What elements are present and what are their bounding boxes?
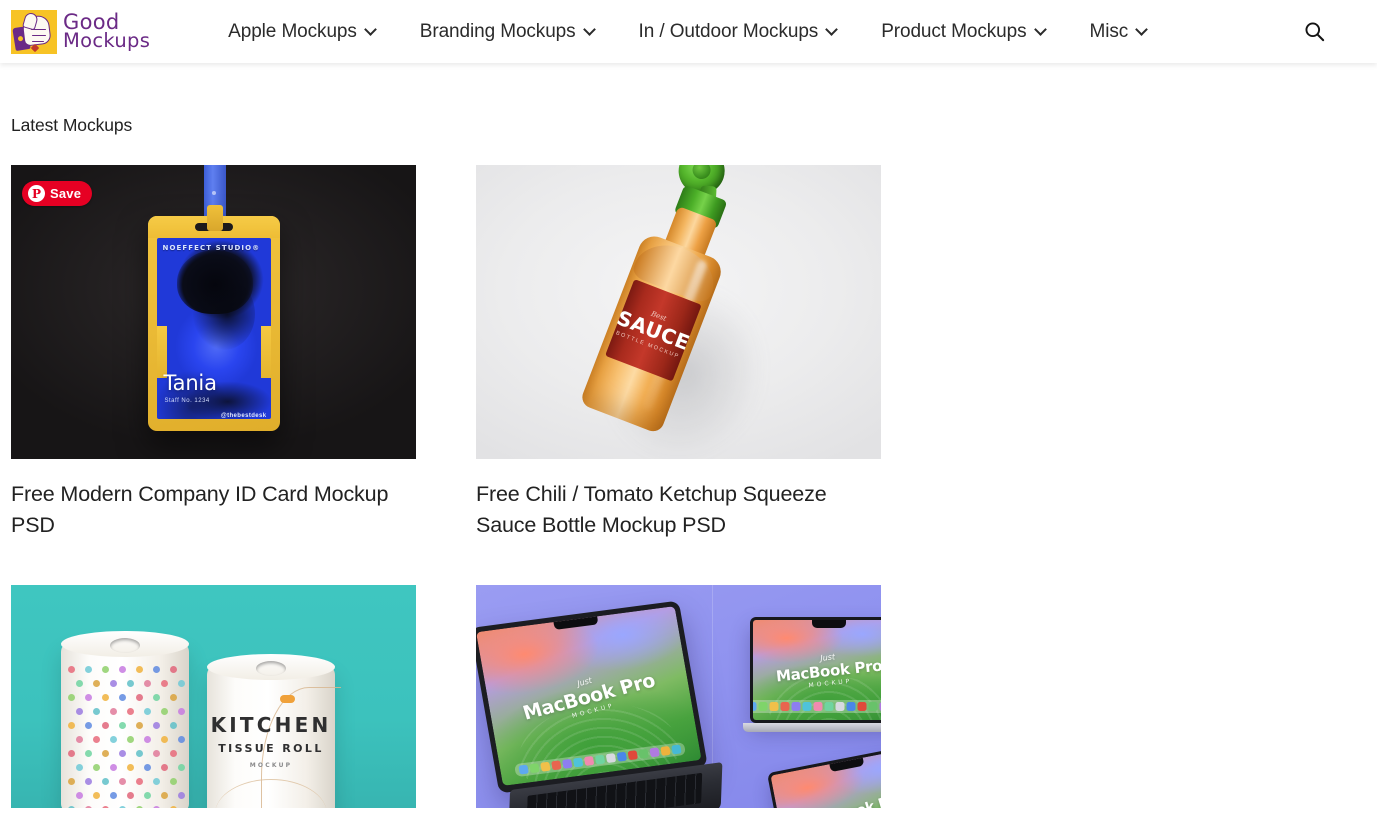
mockup-card-grid: NOEFFECT STUDIO® Tania Staff No. 1234 @t… bbox=[11, 165, 1366, 808]
nav-label: Product Mockups bbox=[881, 20, 1027, 42]
nav-item-branding-mockups[interactable]: Branding Mockups bbox=[398, 21, 617, 43]
macbook-tilted: MacBook Pro bbox=[766, 742, 881, 808]
thumbs-up-logo-icon bbox=[11, 9, 57, 54]
mockup-card: NOEFFECT STUDIO® Tania Staff No. 1234 @t… bbox=[11, 165, 416, 541]
badge-brand-text: NOEFFECT STUDIO® bbox=[162, 244, 261, 252]
id-card-mockup-image: NOEFFECT STUDIO® Tania Staff No. 1234 @t… bbox=[11, 165, 416, 459]
chevron-down-icon bbox=[366, 25, 376, 35]
mockup-thumbnail-tissue-roll[interactable]: KITCHEN TISSUE ROLL MOCKUP bbox=[11, 585, 416, 808]
search-icon bbox=[1304, 22, 1324, 42]
nav-label: Apple Mockups bbox=[228, 20, 357, 42]
brand-line-2: Mockups bbox=[63, 29, 151, 53]
nav-item-misc[interactable]: Misc bbox=[1068, 21, 1170, 43]
grid-row-spacer bbox=[11, 541, 416, 585]
mockup-thumbnail-id-card[interactable]: NOEFFECT STUDIO® Tania Staff No. 1234 @t… bbox=[11, 165, 416, 459]
chevron-down-icon bbox=[585, 25, 595, 35]
grid-row-spacer bbox=[476, 541, 881, 585]
nav-label: In / Outdoor Mockups bbox=[638, 20, 819, 42]
brand-wordmark: Good Mockups bbox=[63, 11, 151, 53]
id-badge: NOEFFECT STUDIO® Tania Staff No. 1234 @t… bbox=[147, 216, 280, 431]
mockup-card-title[interactable]: Free Modern Company ID Card Mockup PSD bbox=[11, 479, 416, 541]
roll-text-line-1: KITCHEN bbox=[210, 713, 332, 737]
screen-main-text: MacBook Pro bbox=[780, 782, 881, 808]
site-logo-link[interactable]: Good Mockups bbox=[11, 9, 151, 54]
mockup-card: KITCHEN TISSUE ROLL MOCKUP bbox=[11, 585, 416, 808]
pinterest-icon: P bbox=[28, 185, 45, 202]
mockup-card: Best SAUCE BOTTLE MOCKUP Free Chili / To… bbox=[476, 165, 881, 541]
roll-text-line-3: MOCKUP bbox=[249, 762, 293, 769]
nav-item-in-outdoor-mockups[interactable]: In / Outdoor Mockups bbox=[617, 21, 860, 43]
macbook-small: Just MacBook Pro MOCKUP bbox=[743, 617, 881, 732]
macos-dock-small bbox=[753, 700, 881, 713]
mockup-thumbnail-macbook-pro[interactable]: Just MacBook Pro MOCKUP Just MacBook Pro… bbox=[476, 585, 881, 808]
primary-navigation: Apple Mockups Branding Mockups In / Outd… bbox=[228, 21, 1297, 43]
sauce-bottle-mockup-image: Best SAUCE BOTTLE MOCKUP bbox=[476, 165, 881, 459]
mockup-card-title[interactable]: Free Chili / Tomato Ketchup Squeeze Sauc… bbox=[476, 479, 881, 541]
pinterest-save-button[interactable]: P Save bbox=[22, 181, 93, 206]
tissue-roll-printed: KITCHEN TISSUE ROLL MOCKUP bbox=[207, 654, 341, 808]
nav-item-product-mockups[interactable]: Product Mockups bbox=[859, 21, 1067, 43]
search-button[interactable] bbox=[1297, 15, 1331, 49]
site-header: Good Mockups Apple Mockups Branding Mock… bbox=[0, 0, 1377, 63]
nav-label: Misc bbox=[1089, 20, 1129, 42]
section-title: Latest Mockups bbox=[11, 115, 133, 135]
badge-clip bbox=[206, 205, 223, 231]
chevron-down-icon bbox=[1036, 25, 1046, 35]
badge-name-text: Tania bbox=[163, 371, 217, 395]
main-content: Latest Mockups NOEFFECT STUDIO® Tania St… bbox=[0, 115, 1377, 808]
nav-label: Branding Mockups bbox=[419, 20, 576, 42]
mockup-card: Just MacBook Pro MOCKUP Just MacBook Pro… bbox=[476, 585, 881, 808]
chevron-down-icon bbox=[827, 25, 837, 35]
macbook-large: Just MacBook Pro MOCKUP bbox=[476, 600, 723, 808]
tissue-roll-dotted bbox=[61, 631, 189, 808]
chevron-down-icon bbox=[1137, 25, 1147, 35]
tissue-roll-mockup-image: KITCHEN TISSUE ROLL MOCKUP bbox=[11, 585, 416, 808]
roll-text-line-2: TISSUE ROLL bbox=[218, 742, 324, 755]
nav-item-apple-mockups[interactable]: Apple Mockups bbox=[228, 21, 398, 43]
macbook-pro-mockup-image: Just MacBook Pro MOCKUP Just MacBook Pro… bbox=[476, 585, 881, 808]
pinterest-save-label: Save bbox=[50, 186, 82, 201]
badge-staff-text: Staff No. 1234 bbox=[164, 398, 210, 404]
mockup-thumbnail-sauce-bottle[interactable]: Best SAUCE BOTTLE MOCKUP bbox=[476, 165, 881, 459]
badge-handle-text: @thebestdesk bbox=[220, 413, 267, 419]
